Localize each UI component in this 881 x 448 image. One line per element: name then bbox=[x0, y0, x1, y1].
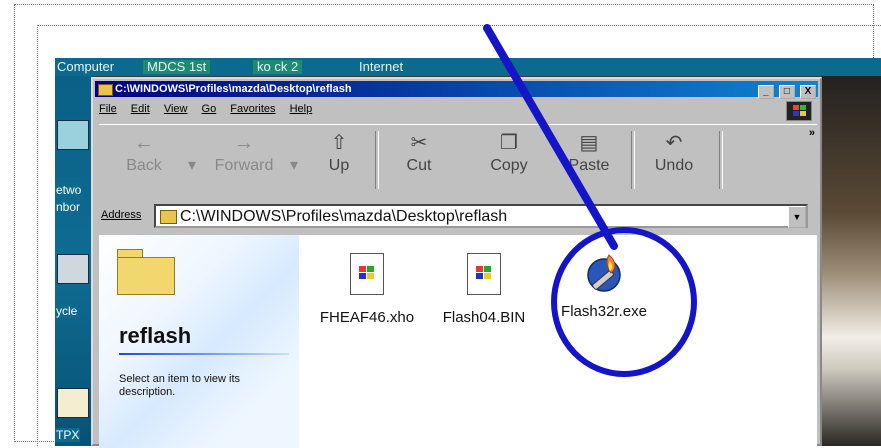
annotation-arrow-line bbox=[483, 24, 618, 250]
annotation-circle bbox=[551, 227, 697, 377]
annotation-overlay bbox=[483, 24, 697, 377]
